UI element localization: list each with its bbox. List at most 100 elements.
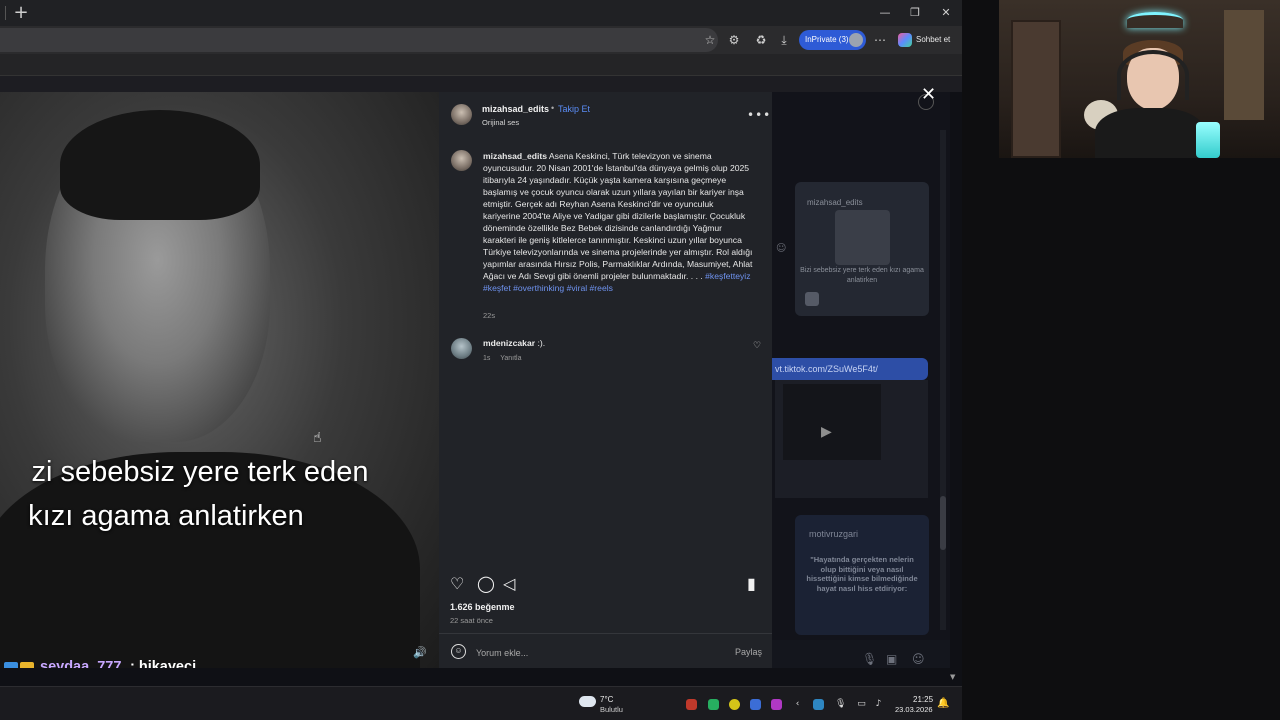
commenter-avatar[interactable]: [451, 338, 472, 359]
caption-timestamp: 22s: [483, 311, 496, 320]
sticker-icon[interactable]: ☺: [912, 652, 925, 666]
profile-avatar: [849, 33, 863, 47]
new-tab-button[interactable]: +: [10, 3, 32, 23]
post-caption: mizahsad_edits Asena Keskinci, Türk tele…: [483, 150, 753, 294]
comment-username[interactable]: mdenizcakar: [483, 338, 535, 348]
card-quote: "Hayatında gerçekten nelerin olup bittiğ…: [806, 555, 918, 593]
post-panel: mizahsad_edits • Takip Et Orijinal ses •…: [439, 92, 772, 668]
video-player[interactable]: zi sebebsiz yere terk eden kızı agama an…: [0, 92, 439, 668]
minimize-button[interactable]: —: [873, 4, 897, 22]
background-video[interactable]: ▶: [775, 380, 928, 498]
follow-button[interactable]: Takip Et: [558, 104, 590, 114]
webcam-background-window: [1224, 10, 1264, 120]
copilot-label: Sohbet et: [916, 35, 951, 44]
tray-app-icon[interactable]: [729, 699, 740, 710]
microphone-icon[interactable]: 🎙: [835, 699, 846, 710]
browser-toolbar: ☆ ⚙ ♻ ⤓ InPrivate (3) ⋯ Sohbet et: [0, 26, 962, 54]
reply-button[interactable]: Yanıtla: [500, 355, 521, 362]
shared-link[interactable]: vt.tiktok.com/ZSuWe5F4t/: [772, 358, 928, 380]
video-subtitle-line1: zi sebebsiz yere terk eden: [31, 456, 369, 488]
bookmark-icon[interactable]: ▮: [747, 574, 756, 593]
collections-icon[interactable]: ♻: [753, 32, 769, 48]
card-username: motivruzgari: [809, 529, 859, 539]
inprivate-badge[interactable]: InPrivate (3): [799, 30, 866, 50]
browser-tabstrip: + — ❐ ✕: [0, 0, 962, 26]
address-bar[interactable]: ☆: [0, 28, 718, 52]
caption-avatar[interactable]: [451, 150, 472, 171]
tab-separator: [5, 6, 6, 20]
notification-bell-icon[interactable]: 🔔: [937, 698, 949, 709]
volume-icon[interactable]: 🔊: [413, 646, 427, 659]
copilot-button[interactable]: Sohbet et: [898, 30, 960, 50]
close-window-button[interactable]: ✕: [934, 4, 958, 22]
comment-bubble-icon[interactable]: ◯: [477, 574, 495, 593]
comment-timestamp: 1s: [483, 355, 491, 362]
like-heart-icon[interactable]: ♡: [450, 574, 464, 593]
webcam-person-body: [1095, 108, 1205, 158]
extensions-icon[interactable]: ⚙: [726, 32, 742, 48]
comment-heart-icon[interactable]: ♡: [753, 341, 761, 351]
mouse-cursor-icon: ☝: [313, 430, 322, 446]
comment-meta: 1s Yanıtla: [483, 355, 530, 362]
more-menu-icon[interactable]: ⋯: [872, 32, 888, 48]
video-subtitle-line2: kızı agama anlatirken: [28, 500, 304, 532]
close-modal-icon[interactable]: ✕: [921, 84, 936, 105]
feed-scrollbar[interactable]: [940, 130, 946, 630]
author-name[interactable]: mizahsad_edits: [482, 104, 549, 114]
video-thumbnail: [783, 384, 881, 460]
download-icon[interactable]: ⤓: [776, 32, 792, 48]
weather-description[interactable]: Bulutlu: [600, 705, 623, 714]
card-caption: Bizi sebebsiz yere terk eden kızı agama …: [800, 267, 924, 284]
webcam-headset: [1117, 50, 1189, 100]
page-bottom: [0, 668, 962, 686]
restore-button[interactable]: ❐: [903, 4, 927, 22]
card-thumbnail: [835, 210, 890, 265]
tray-shield-icon[interactable]: [813, 699, 824, 710]
webcam-feed: [999, 0, 1280, 158]
tray-app-icon[interactable]: [686, 699, 697, 710]
clock-time[interactable]: 21:25: [913, 695, 933, 704]
microphone-icon[interactable]: 🎙: [862, 652, 877, 666]
card-username: mizahsad_edits: [807, 198, 863, 207]
separator-dot: •: [551, 103, 555, 113]
copilot-icon: [898, 32, 912, 47]
caption-text: Asena Keskinci, Türk televizyon ve sinem…: [483, 151, 753, 281]
likes-count[interactable]: 1.626 beğenme: [450, 602, 515, 612]
tray-app-icon[interactable]: [771, 699, 782, 710]
webcam-drink-can: [1196, 122, 1220, 158]
favorite-star-icon[interactable]: ☆: [702, 32, 718, 48]
more-options-icon[interactable]: •••: [747, 108, 771, 122]
comment-text: :).: [537, 338, 546, 348]
cloud-icon: [579, 696, 596, 707]
volume-icon[interactable]: ♪: [873, 699, 884, 710]
webcam-neon-light: [1127, 12, 1183, 28]
post-comment-button[interactable]: Paylaş: [735, 647, 762, 657]
play-icon: ▶: [821, 424, 832, 440]
comment-input[interactable]: [476, 646, 716, 660]
image-icon[interactable]: ▣: [886, 652, 897, 666]
comment-box: ☺ Paylaş: [439, 633, 772, 668]
tray-app-icon[interactable]: [750, 699, 761, 710]
page-header-strip: [0, 54, 962, 76]
caption-username[interactable]: mizahsad_edits: [483, 151, 547, 161]
author-avatar[interactable]: [451, 104, 472, 125]
inprivate-label: InPrivate (3): [805, 35, 849, 44]
emoji-picker-icon[interactable]: ☺: [451, 644, 466, 659]
weather-temperature[interactable]: 7°C: [600, 695, 613, 704]
video-subject-hair: [60, 110, 260, 220]
overlay-dim: [0, 76, 962, 92]
play-icon: [805, 292, 819, 306]
audio-label[interactable]: Orijinal ses: [482, 118, 519, 127]
tray-app-icon[interactable]: ‹: [792, 699, 803, 710]
network-icon[interactable]: ▭: [856, 699, 867, 710]
comment: mdenizcakar :).: [483, 338, 545, 348]
webcam-background-door: [1011, 20, 1061, 158]
background-quote-card[interactable]: motivruzgari "Hayatında gerçekten neleri…: [795, 515, 929, 635]
scrollbar-thumb[interactable]: [940, 496, 946, 550]
scroll-down-icon[interactable]: ▼: [950, 673, 955, 681]
background-post-card[interactable]: mizahsad_edits Bizi sebebsiz yere terk e…: [795, 182, 929, 316]
taskbar: 7°C Bulutlu ‹ 🎙 ▭ ♪ 21:25 23.03.2026 🔔: [0, 686, 962, 720]
clock-date[interactable]: 23.03.2026: [895, 705, 933, 714]
share-send-icon[interactable]: ◁: [503, 574, 515, 593]
tray-app-icon[interactable]: [708, 699, 719, 710]
